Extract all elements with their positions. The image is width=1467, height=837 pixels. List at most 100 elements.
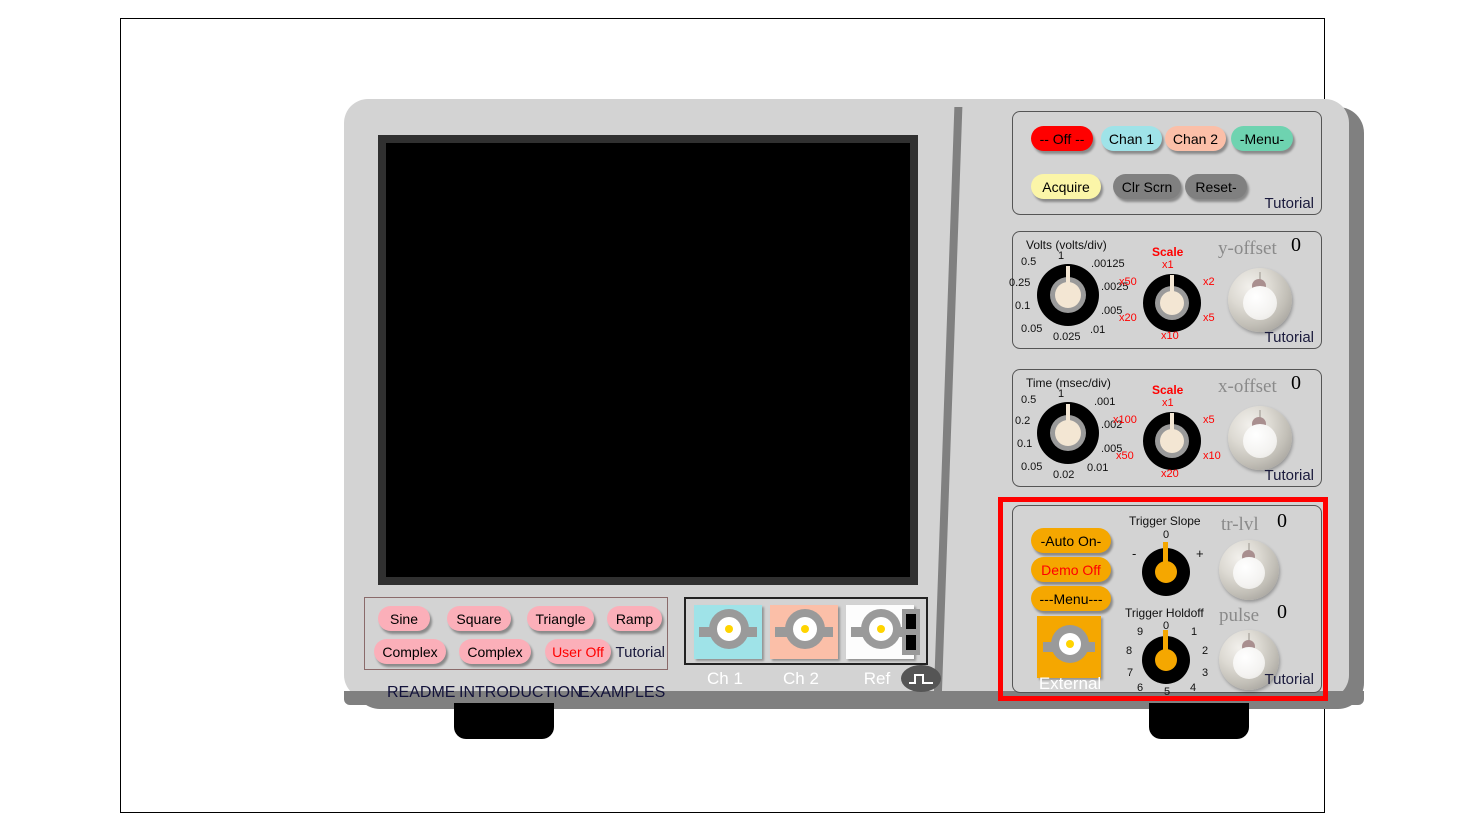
tr-lvl-label: tr-lvl [1221,514,1259,535]
holdoff-tick-2: 2 [1202,645,1209,657]
time-scale-x50: x50 [1116,450,1134,462]
volts-tick-01b: 0.1 [1015,300,1031,312]
holdoff-tick-6: 6 [1137,682,1144,694]
trigger-demo-button[interactable]: Demo Off [1031,557,1111,582]
volts-per-div-knob[interactable] [1037,264,1099,326]
pulse-label: pulse [1219,605,1260,626]
sine-button[interactable]: Sine [378,606,430,631]
volts-scale-x5: x5 [1203,312,1215,324]
trigger-slope-title: Trigger Slope [1129,514,1201,528]
external-bnc-connector[interactable] [1037,616,1101,678]
y-offset-knob[interactable] [1228,268,1292,332]
holdoff-tick-9: 9 [1137,626,1144,638]
volts-tutorial-link[interactable]: Tutorial [1265,329,1314,346]
trigger-slope-knob[interactable] [1142,542,1190,596]
time-tick-02: 0.2 [1015,415,1031,427]
volts-scale-title: Scale [1152,245,1184,259]
clear-screen-button[interactable]: Clr Scrn [1113,174,1181,199]
volts-scale-x1: x1 [1162,259,1174,271]
complex2-button[interactable]: Complex [459,639,531,664]
foot-right [1149,703,1249,739]
holdoff-tick-0: 0 [1163,620,1170,632]
user-button[interactable]: User Off [545,639,611,664]
volts-tick-01: .01 [1090,324,1106,336]
trigger-slope-plus: + [1196,546,1204,561]
time-panel: Time (msec/div) 1 .001 .002 .005 0.01 0.… [1012,369,1322,487]
triangle-button[interactable]: Triangle [527,606,594,631]
waveform-panel: Sine Square Triangle Ramp Complex Comple… [364,597,668,670]
y-offset-value: 0 [1291,234,1301,256]
pulse-waveform-icon [909,673,933,684]
trigger-slope-value: 0 [1163,529,1170,541]
oscilloscope-body: -- Off -- Chan 1 Chan 2 -Menu- Acquire C… [344,99,1364,739]
trigger-auto-button[interactable]: -Auto On- [1031,528,1111,553]
volts-title: Volts (volts/div) [1026,238,1107,252]
holdoff-tick-1: 1 [1191,626,1198,638]
display-menu-button[interactable]: -Menu- [1231,126,1293,151]
time-tick-005b: 0.05 [1021,461,1043,473]
external-bnc-label: External [1038,674,1102,693]
time-per-div-knob[interactable] [1037,402,1099,464]
control-panel: -- Off -- Chan 1 Chan 2 -Menu- Acquire C… [1012,111,1322,215]
holdoff-tick-8: 8 [1126,645,1133,657]
holdoff-tick-7: 7 [1127,667,1134,679]
bnc-ch1[interactable] [694,605,762,659]
volts-tick-1: 1 [1058,250,1065,262]
time-tick-01b: 0.1 [1017,438,1033,450]
time-tutorial-link[interactable]: Tutorial [1265,467,1314,484]
volts-scale-x20: x20 [1119,312,1137,324]
bnc-ch2[interactable] [770,605,838,659]
acquire-button[interactable]: Acquire [1031,174,1101,199]
scope-display[interactable] [386,143,910,577]
ramp-button[interactable]: Ramp [607,606,662,631]
x-offset-label: x-offset [1218,376,1277,397]
volts-tick-00125: .00125 [1091,258,1125,270]
volts-scale-x50: x50 [1119,276,1137,288]
time-tick-001: .001 [1094,396,1116,408]
chan2-button[interactable]: Chan 2 [1165,126,1226,151]
volts-scale-x2: x2 [1203,276,1215,288]
waveform-tutorial-link[interactable]: Tutorial [616,644,665,661]
volts-scale-x10: x10 [1161,330,1179,342]
trigger-slope-minus: - [1132,546,1137,561]
time-scale-x1: x1 [1162,397,1174,409]
holdoff-tick-4: 4 [1190,682,1197,694]
volts-tick-0025b: 0.025 [1053,331,1081,343]
time-scale-x100: x100 [1113,414,1137,426]
ground-terminal-block[interactable] [902,609,920,655]
complex1-button[interactable]: Complex [374,639,446,664]
foot-left [454,703,554,739]
trigger-panel: -Auto On- Demo Off ---Menu--- External T… [1012,505,1322,698]
volts-scale-knob[interactable] [1143,274,1201,332]
time-scale-knob[interactable] [1143,412,1201,470]
connector-panel [684,597,928,665]
time-scale-title: Scale [1152,383,1184,397]
x-offset-knob[interactable] [1228,406,1292,470]
control-tutorial-link[interactable]: Tutorial [1265,195,1314,212]
trigger-tutorial-link[interactable]: Tutorial [1265,671,1314,688]
x-offset-value: 0 [1291,372,1301,394]
holdoff-tick-5: 5 [1164,686,1171,698]
chan1-button[interactable]: Chan 1 [1101,126,1162,151]
bnc-ch2-label: Ch 2 [783,669,819,688]
trigger-menu-button[interactable]: ---Menu--- [1031,586,1111,611]
trigger-holdoff-knob[interactable] [1142,630,1190,684]
power-off-button[interactable]: -- Off -- [1031,126,1093,151]
time-title: Time (msec/div) [1026,376,1111,390]
page-frame: -- Off -- Chan 1 Chan 2 -Menu- Acquire C… [120,18,1364,813]
time-tick-002b: 0.02 [1053,469,1075,481]
pulse-shape-button[interactable] [901,665,941,692]
readme-link[interactable]: README [387,684,455,702]
introduction-link[interactable]: INTRODUCTION [459,684,582,702]
square-button[interactable]: Square [447,606,511,631]
screen-bezel [378,135,918,585]
y-offset-label: y-offset [1218,238,1277,259]
holdoff-tick-3: 3 [1202,667,1209,679]
bnc-ch1-label: Ch 1 [707,669,743,688]
time-scale-x10: x10 [1203,450,1221,462]
examples-link[interactable]: EXAMPLES [579,684,665,702]
reset-button[interactable]: Reset- [1185,174,1247,199]
time-scale-x5: x5 [1203,414,1215,426]
trigger-holdoff-title: Trigger Holdoff [1125,606,1204,620]
tr-lvl-knob[interactable] [1219,540,1279,600]
